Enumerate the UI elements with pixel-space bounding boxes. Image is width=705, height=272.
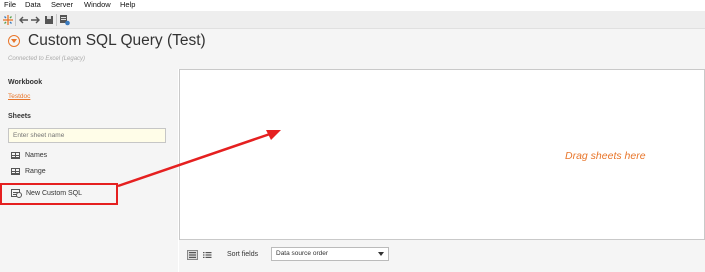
chevron-down-icon <box>378 252 384 256</box>
sort-fields-select[interactable]: Data source order <box>271 247 389 261</box>
sort-fields-label: Sort fields <box>227 251 259 258</box>
grid-view-icon[interactable] <box>187 250 198 260</box>
list-view-icon[interactable] <box>202 250 213 260</box>
annotation-arrow <box>117 130 281 188</box>
sort-fields-value: Data source order <box>276 250 329 257</box>
